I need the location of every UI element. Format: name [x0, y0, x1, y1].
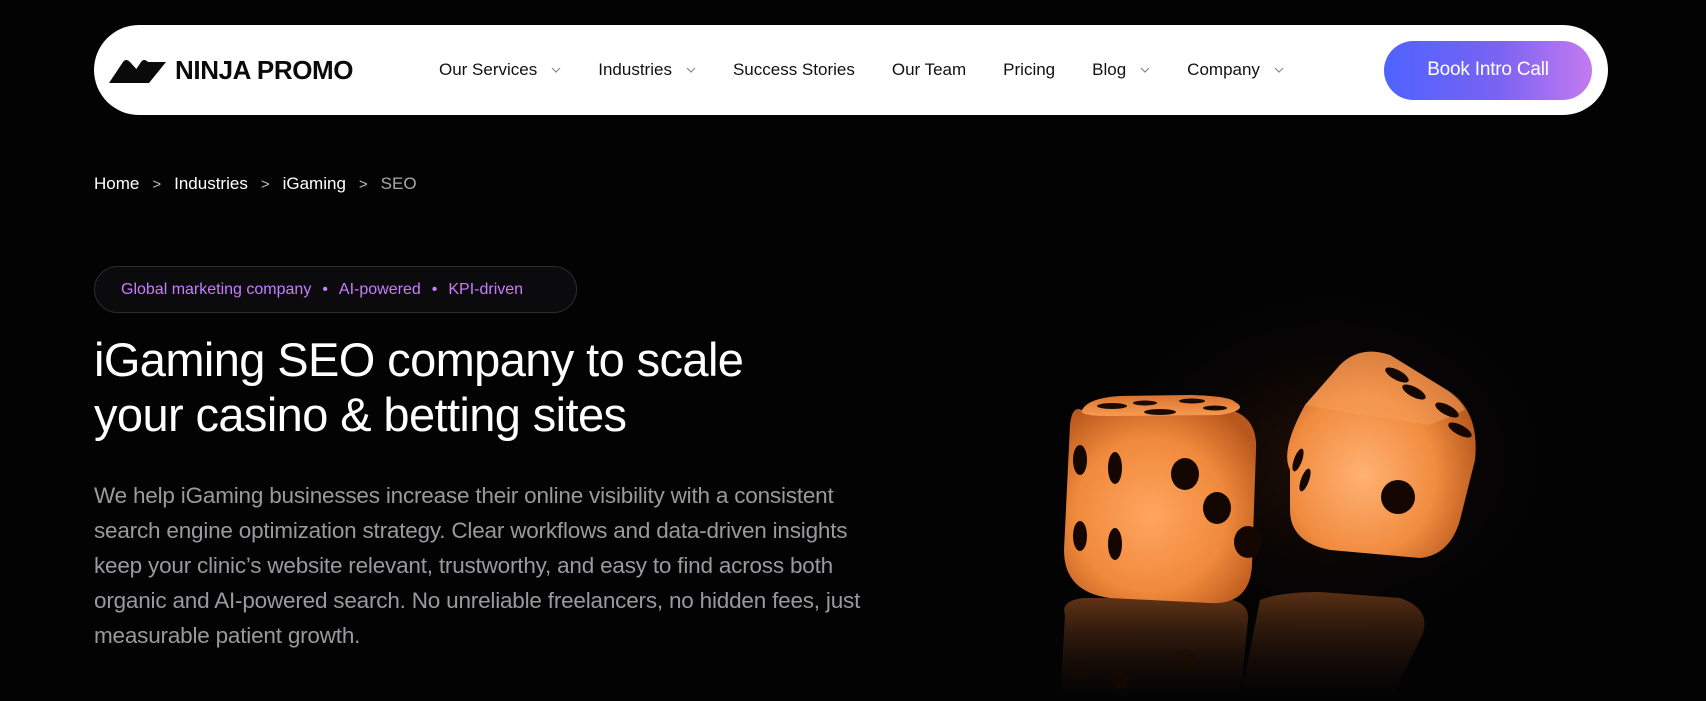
dice-image — [960, 220, 1660, 701]
menu-item-our-team[interactable]: Our Team — [892, 60, 966, 80]
tag-separator: • — [322, 280, 328, 298]
menu-item-label: Blog — [1092, 60, 1127, 79]
logo[interactable]: NINJA PROMO — [109, 55, 439, 86]
menu-item-label: Our Services — [439, 60, 538, 79]
chevron-down-icon — [1274, 67, 1284, 73]
menu-item-label: Pricing — [1003, 60, 1056, 79]
breadcrumb-industries-link[interactable]: Industries — [174, 174, 248, 194]
tag-kpi-driven: KPI-driven — [448, 280, 524, 298]
menu-item-our-services[interactable]: Our Services — [439, 60, 561, 80]
hero-description: We help iGaming businesses increase thei… — [94, 483, 861, 648]
breadcrumb-igaming-link[interactable]: iGaming — [283, 174, 346, 194]
breadcrumb-home-link[interactable]: Home — [94, 174, 139, 194]
tag-global-marketing: Global marketing company — [121, 280, 312, 298]
book-intro-call-button[interactable]: Book Intro Call — [1384, 40, 1592, 100]
page-title-line-2: your casino & betting sites — [94, 388, 627, 441]
breadcrumb-separator: > — [152, 175, 162, 193]
top-navbar: NINJA PROMO Our Services Industries Succ… — [94, 25, 1608, 115]
page-title-line-1: iGaming SEO company to scale — [94, 333, 744, 386]
dice-illustration — [1060, 351, 1476, 701]
menu-item-blog[interactable]: Blog — [1092, 60, 1150, 80]
tagline-pill: Global marketing company • AI-powered • … — [94, 266, 577, 313]
logo-mark-icon — [109, 60, 166, 83]
menu-item-company[interactable]: Company — [1187, 60, 1284, 80]
breadcrumb-separator: > — [358, 175, 368, 193]
breadcrumb: Home > Industries > iGaming > SEO — [94, 174, 417, 194]
menu-item-label: Success Stories — [732, 60, 855, 79]
page-title: iGaming SEO company to scale your casino… — [94, 332, 854, 442]
main-menu: Our Services Industries Success Stories … — [439, 25, 1321, 115]
menu-item-label: Our Team — [891, 60, 967, 79]
menu-item-success-stories[interactable]: Success Stories — [733, 60, 855, 80]
tag-ai-powered: AI-powered — [338, 280, 421, 298]
menu-item-industries[interactable]: Industries — [598, 60, 696, 80]
menu-item-label: Industries — [598, 60, 672, 79]
chevron-down-icon — [1140, 67, 1150, 73]
chevron-down-icon — [551, 67, 561, 73]
menu-item-pricing[interactable]: Pricing — [1003, 60, 1055, 80]
logo-text: NINJA PROMO — [175, 54, 354, 85]
breadcrumb-separator: > — [260, 175, 270, 193]
chevron-down-icon — [686, 67, 696, 73]
tag-separator: • — [431, 280, 438, 298]
breadcrumb-current: SEO — [380, 174, 417, 193]
menu-item-label: Company — [1187, 60, 1260, 79]
